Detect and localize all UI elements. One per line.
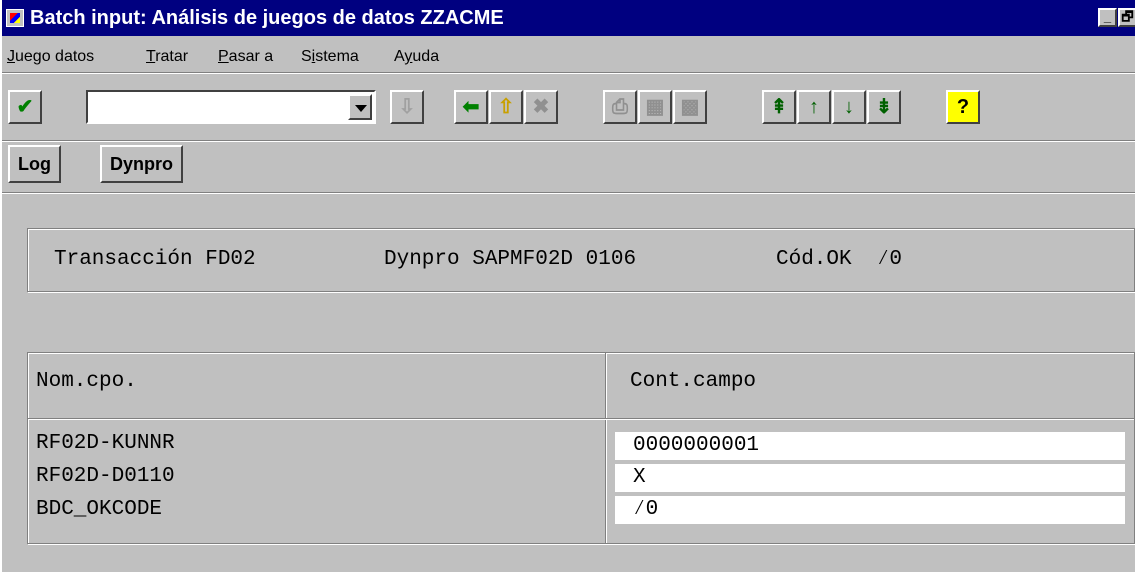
field-value-text: X [633,466,646,489]
okcode-text: Cód.OK ⁄0 [776,248,903,271]
command-field[interactable] [86,90,376,124]
help-icon[interactable]: ? [946,90,980,124]
column-divider [605,353,607,543]
standard-toolbar: ✔ ⇩ ⬅ ⇧ ✖ ⎙ ▦ ▩ ⇞ ↑ ↓ ⇟ ? [8,90,1135,136]
field-value-row-1[interactable]: 0000000001 [615,432,1125,460]
menu-sistema[interactable]: Sistema [301,48,359,66]
window-left-edge [0,0,2,572]
find-next-icon: ▩ [673,90,707,124]
save-icon: ⇩ [390,90,424,124]
menu-mnemonic: J [7,48,15,65]
window-title: Batch input: Análisis de juegos de datos… [30,7,504,29]
dynpro-button[interactable]: Dynpro [100,145,183,183]
print-icon: ⎙ [603,90,637,124]
field-value-text: 0000000001 [633,434,760,457]
appbar-separator [0,192,1135,194]
menu-mnemonic: T [146,48,156,65]
menu-label: S [301,48,312,65]
menu-pasar-a[interactable]: Pasar a [218,48,273,66]
minimize-button[interactable]: _ [1098,8,1117,27]
menu-juego-datos[interactable]: Juego datos [7,48,94,66]
toolbar-separator [0,140,1135,142]
column-header-field-name: Nom.cpo. [36,370,137,393]
field-value-row-2[interactable]: X [615,464,1125,492]
field-name-row-1: RF02D-KUNNR [36,432,175,455]
menu-mnemonic: P [218,48,229,65]
transaction-text: Transacción FD02 [54,248,256,271]
menu-separator [0,72,1135,74]
up-arrow-icon[interactable]: ⇧ [489,90,523,124]
column-header-field-value: Cont.campo [630,370,757,393]
check-icon[interactable]: ✔ [8,90,42,124]
restore-button[interactable]: 🗗 [1118,8,1135,27]
arrow-left-icon[interactable]: ⬅ [454,90,488,124]
field-value-text: ⁄0 [633,498,659,521]
app-icon[interactable] [6,9,24,27]
field-name-row-3: BDC_OKCODE [36,498,163,521]
chevron-down-icon[interactable] [348,94,372,120]
menu-label: ratar [155,48,189,65]
find-icon: ▦ [638,90,672,124]
menu-label: stema [315,48,359,65]
next-page-icon[interactable]: ↓ [832,90,866,124]
field-name-row-2: RF02D-D0110 [36,465,175,488]
first-page-icon[interactable]: ⇞ [762,90,796,124]
menu-label: uego datos [15,48,95,65]
cancel-icon: ✖ [524,90,558,124]
title-bar: Batch input: Análisis de juegos de datos… [0,0,1135,36]
log-button[interactable]: Log [8,145,61,183]
last-page-icon[interactable]: ⇟ [867,90,901,124]
menu-ayuda[interactable]: Ayuda [394,48,439,66]
dynpro-text: Dynpro SAPMF02D 0106 [384,248,637,271]
field-value-row-3[interactable]: ⁄0 [615,496,1125,524]
previous-page-icon[interactable]: ↑ [797,90,831,124]
menu-label: uda [412,48,440,65]
menu-tratar[interactable]: Tratar [146,48,188,66]
menu-label: asar a [228,48,274,65]
menu-bar: Juego datos Tratar Pasar a Sistema Ayuda [0,39,1135,69]
header-divider [28,418,1134,420]
menu-label: A [394,48,405,65]
